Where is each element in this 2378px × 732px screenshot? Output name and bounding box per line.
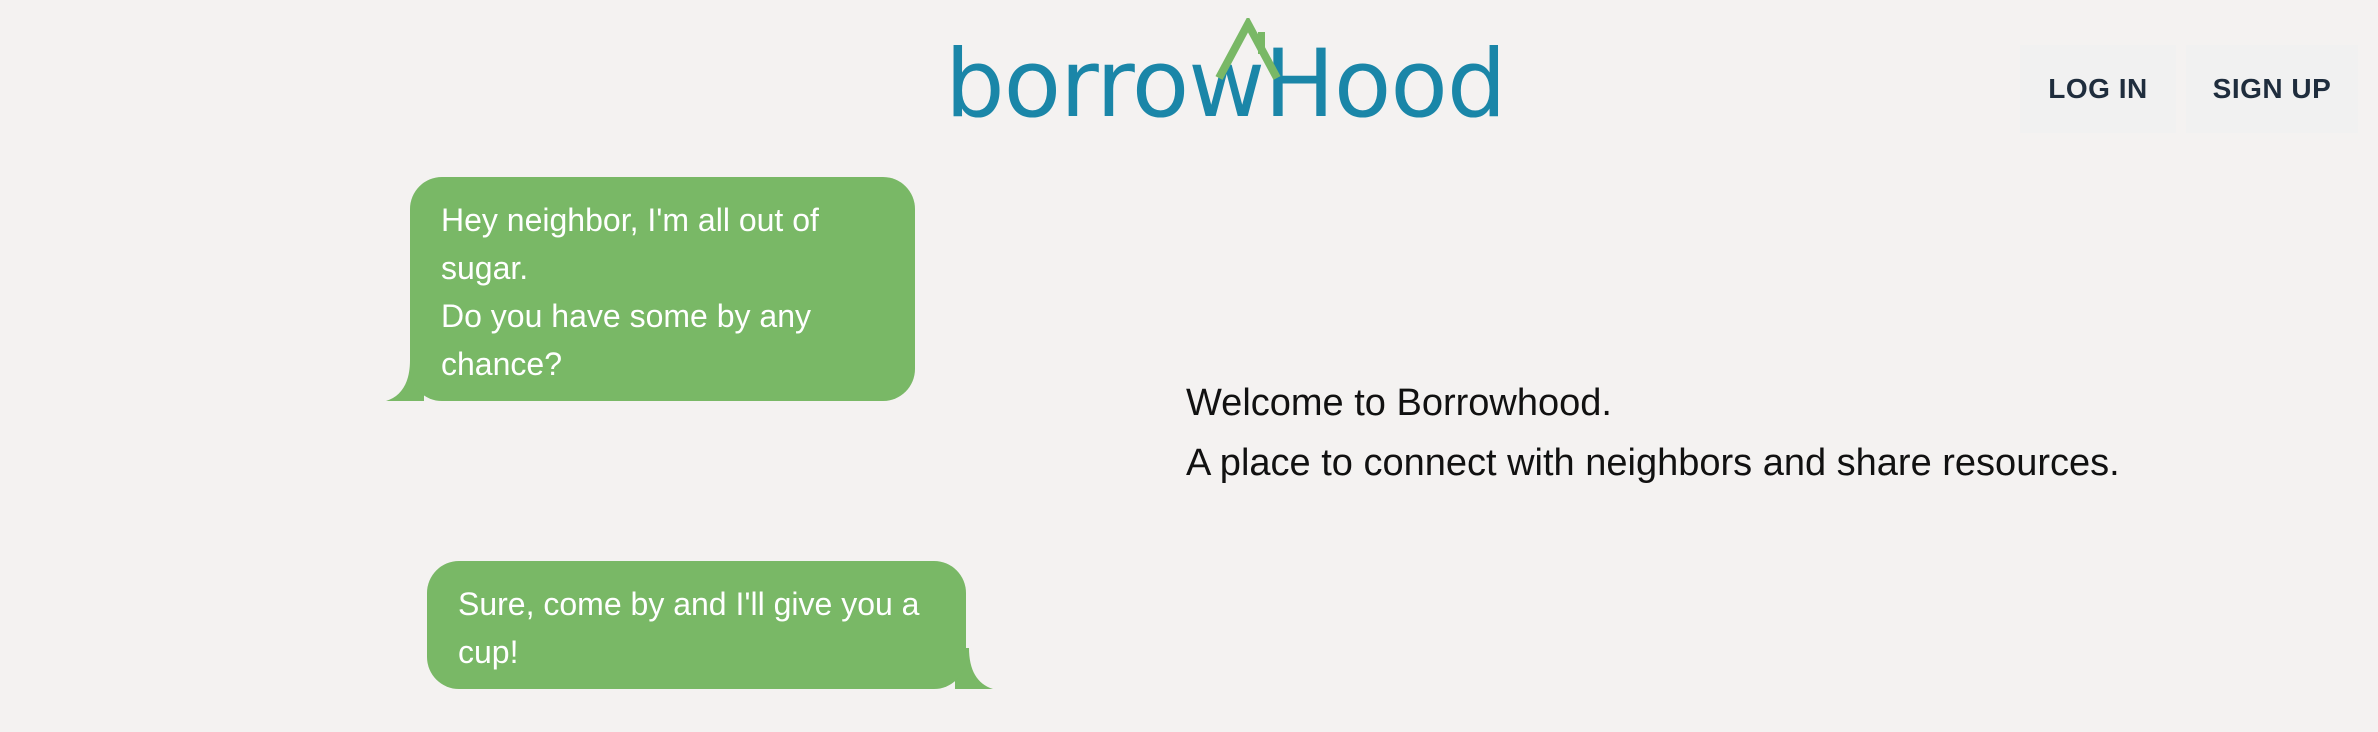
message-line: Hey neighbor, I'm all out of (441, 202, 819, 238)
message-line: Sure, come by and I'll give you a (458, 586, 920, 622)
login-button[interactable]: LOG IN (2020, 45, 2176, 133)
chat-bubble-reply: Sure, come by and I'll give you a cup! (427, 561, 966, 689)
message-line: chance? (441, 346, 562, 382)
message-line: cup! (458, 634, 519, 670)
hero-subtitle: A place to connect with neighbors and sh… (1186, 442, 2120, 484)
message-line: sugar. (441, 250, 529, 286)
chat-bubble-request: Hey neighbor, I'm all out of sugar. Do y… (410, 177, 915, 401)
site-logo[interactable]: borrowHood (945, 18, 1507, 132)
message-line: Do you have some by any (441, 298, 811, 334)
signup-button[interactable]: SIGN UP (2186, 45, 2358, 133)
house-roof-icon (1215, 18, 1281, 80)
hero-text: Welcome to Borrowhood. A place to connec… (1186, 373, 2120, 493)
hero-title: Welcome to Borrowhood. (1186, 382, 1612, 424)
